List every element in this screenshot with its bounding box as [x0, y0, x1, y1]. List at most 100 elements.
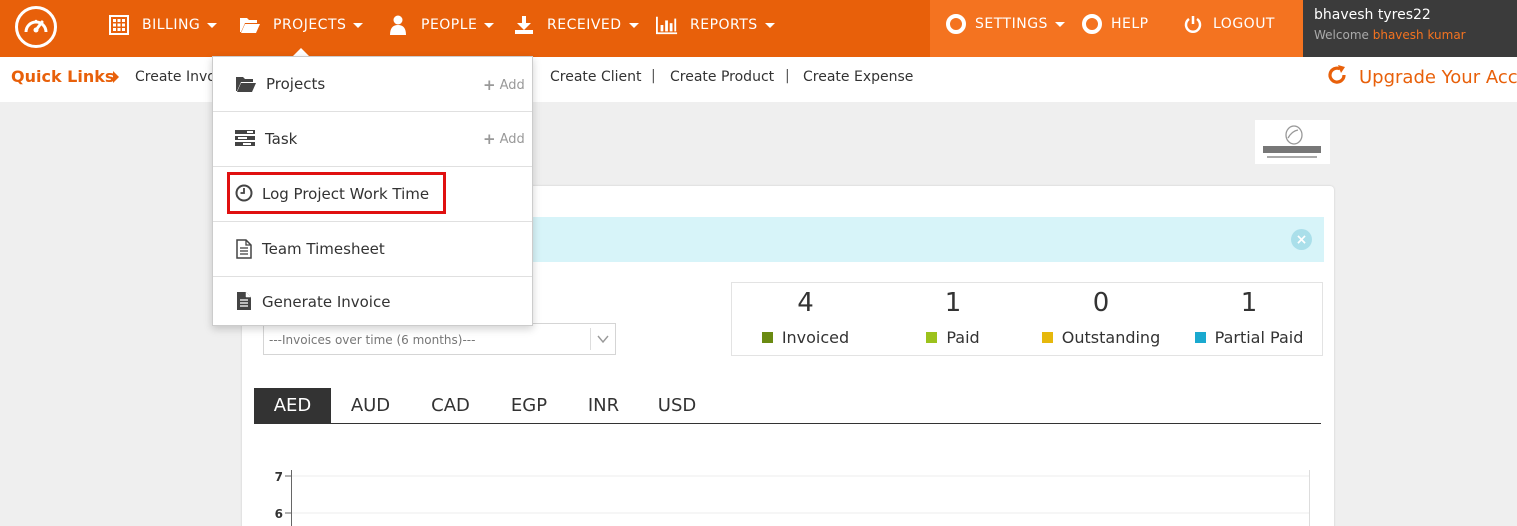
stat-value: 0 — [1092, 288, 1110, 318]
nav-help-label: HELP — [1111, 16, 1149, 32]
add-task-link[interactable]: + Add — [483, 130, 525, 148]
add-project-link[interactable]: + Add — [483, 76, 525, 94]
quick-link-create-product[interactable]: Create Product — [670, 69, 774, 85]
nav-received-label: RECEIVED — [547, 17, 622, 33]
calculator-icon — [108, 15, 130, 35]
stat-value: 4 — [797, 288, 814, 318]
welcome-user-name: bhavesh kumar — [1372, 28, 1466, 42]
legend-square — [761, 332, 773, 343]
menu-item-generate-invoice[interactable]: Generate Invoice — [213, 277, 532, 326]
y-tick-label: 7 — [275, 470, 283, 484]
stat-label-wrap: Invoiced — [732, 328, 879, 347]
quick-link-create-expense[interactable]: Create Expense — [803, 69, 913, 85]
period-select-value: ---Invoices over time (6 months)--- — [269, 333, 476, 347]
quick-link-create-invoice[interactable]: Create Invo — [135, 69, 216, 85]
chevron-down-icon — [596, 332, 610, 349]
nav-reports[interactable]: REPORTS — [656, 0, 775, 50]
stat-value: 1 — [944, 288, 962, 318]
help-lifebuoy-icon — [1081, 14, 1103, 34]
nav-people-label: PEOPLE — [421, 17, 478, 33]
user-icon — [387, 15, 409, 35]
nav-people[interactable]: PEOPLE — [387, 0, 495, 50]
stat-paid: 1 Paid — [879, 283, 1027, 357]
close-icon[interactable]: × — [1291, 229, 1312, 250]
upgrade-account-link[interactable]: Upgrade Your Acc — [1326, 64, 1517, 91]
menu-item-log-project-work-time[interactable]: Log Project Work Time — [213, 167, 532, 222]
dashboard-logo-icon[interactable] — [15, 6, 57, 48]
stat-label: Outstanding — [1061, 328, 1161, 347]
bar-chart-icon — [656, 15, 678, 35]
nav-billing-label: BILLING — [142, 17, 201, 33]
caret-down-icon — [628, 22, 639, 28]
stat-label: Partial Paid — [1214, 328, 1304, 347]
period-select[interactable]: ---Invoices over time (6 months)--- — [263, 323, 616, 355]
currency-tabs: AED AUD CAD EGP INR USD — [254, 388, 1321, 424]
caret-down-icon — [207, 22, 218, 28]
file-text-icon — [236, 291, 256, 310]
menu-item-label: Generate Invoice — [262, 293, 391, 311]
download-icon — [513, 15, 535, 35]
menu-item-team-timesheet[interactable]: Team Timesheet — [213, 222, 532, 277]
tab-egp[interactable]: EGP — [491, 388, 567, 423]
menu-item-task[interactable]: Task + Add — [213, 112, 532, 167]
invoice-chart: 7 6 — [262, 462, 1322, 526]
stat-invoiced: 4 Invoiced — [732, 283, 879, 357]
tab-usd[interactable]: USD — [640, 388, 714, 423]
stat-value: 1 — [1240, 288, 1258, 318]
quick-link-separator: | — [651, 68, 656, 84]
stat-label: Paid — [946, 328, 980, 347]
quick-links-title: Quick Links — [11, 67, 115, 86]
menu-item-label: Projects — [266, 75, 326, 93]
nav-help[interactable]: HELP — [1081, 0, 1149, 48]
refresh-icon — [1326, 64, 1348, 91]
nav-logout[interactable]: LOGOUT — [1182, 0, 1275, 48]
select-divider — [590, 328, 591, 350]
nav-settings[interactable]: SETTINGS — [945, 0, 1065, 48]
top-navbar: BILLING PROJECTS PEOPLE RECEIVED REPORTS — [0, 0, 1517, 57]
company-logo — [1255, 120, 1330, 164]
quick-link-create-client[interactable]: Create Client — [550, 69, 642, 85]
y-tick-label: 6 — [275, 507, 283, 521]
add-label: Add — [499, 77, 525, 93]
nav-settings-label: SETTINGS — [975, 16, 1048, 32]
stat-label: Invoiced — [781, 328, 850, 347]
user-name: bhavesh tyres22 — [1314, 7, 1431, 23]
caret-down-icon — [484, 22, 495, 28]
caret-down-icon — [1054, 21, 1065, 27]
stat-label-wrap: Partial Paid — [1175, 328, 1323, 347]
menu-item-label: Team Timesheet — [262, 240, 385, 258]
folder-open-icon — [239, 15, 261, 35]
nav-received[interactable]: RECEIVED — [513, 0, 639, 50]
menu-item-label: Log Project Work Time — [262, 185, 430, 203]
menu-item-projects[interactable]: Projects + Add — [213, 57, 532, 112]
stat-partial-paid: 1 Partial Paid — [1175, 283, 1323, 357]
caret-down-icon — [353, 22, 364, 28]
nav-billing[interactable]: BILLING — [108, 0, 218, 50]
welcome-label: Welcome — [1314, 28, 1369, 42]
quick-link-separator: | — [785, 68, 790, 84]
plus-icon: + — [483, 76, 496, 94]
user-panel[interactable]: bhavesh tyres22 Welcome bhavesh kumar — [1303, 0, 1517, 57]
upgrade-label: Upgrade Your Acc — [1359, 67, 1517, 88]
projects-dropdown-menu: Projects + Add Task + Add Log Project Work… — [212, 56, 533, 326]
welcome-text: Welcome bhavesh kumar — [1314, 28, 1517, 42]
stat-label-wrap: Paid — [879, 328, 1027, 347]
menu-item-label: Task — [265, 130, 298, 148]
legend-square — [926, 332, 938, 343]
stat-label-wrap: Outstanding — [1027, 328, 1175, 347]
tab-cad[interactable]: CAD — [410, 388, 491, 423]
stat-outstanding: 0 Outstanding — [1027, 283, 1175, 357]
add-label: Add — [499, 131, 525, 147]
nav-projects-label: PROJECTS — [273, 17, 347, 33]
tab-aed[interactable]: AED — [254, 388, 331, 423]
power-icon — [1182, 14, 1204, 34]
caret-right-icon — [113, 71, 119, 83]
nav-projects[interactable]: PROJECTS — [239, 0, 364, 57]
lifebuoy-icon — [945, 14, 967, 34]
nav-reports-label: REPORTS — [690, 17, 758, 33]
folder-open-icon — [235, 75, 256, 93]
legend-square — [1041, 332, 1053, 343]
tab-aud[interactable]: AUD — [331, 388, 410, 423]
tab-inr[interactable]: INR — [567, 388, 640, 423]
caret-down-icon — [764, 22, 775, 28]
